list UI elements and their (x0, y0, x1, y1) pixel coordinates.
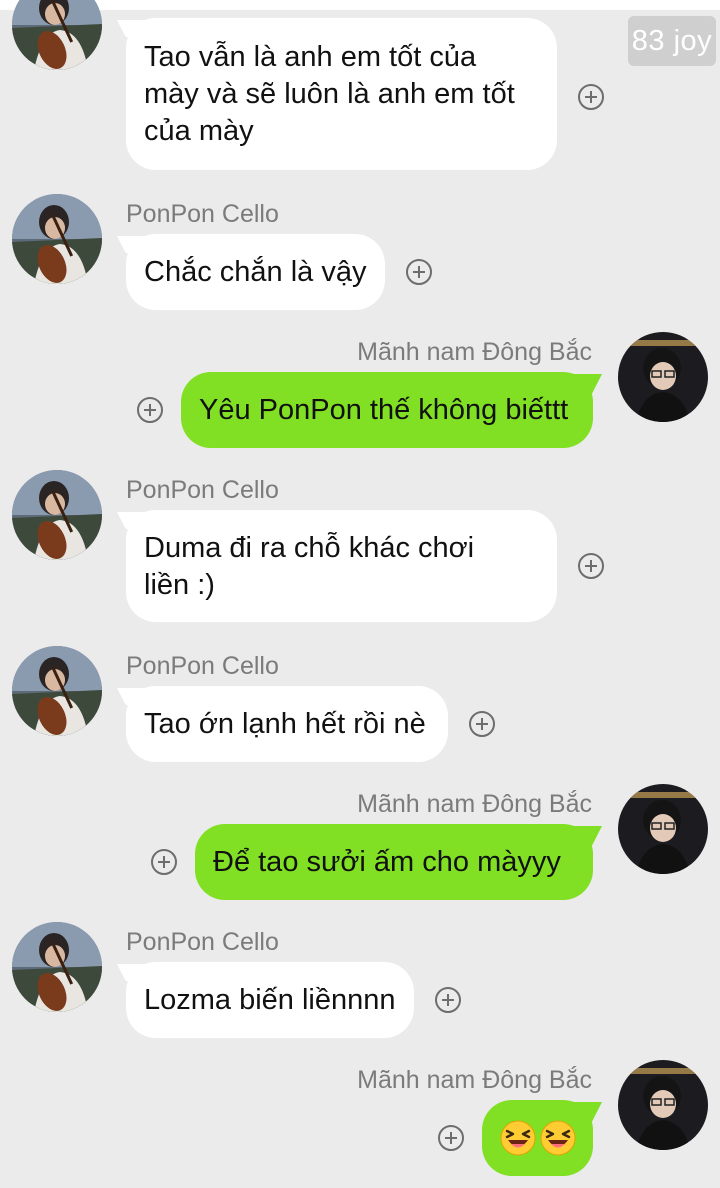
message-bubble-incoming[interactable]: Chắc chắn là vậy (126, 234, 385, 310)
message-bubble-incoming[interactable]: Lozma biến liềnnnn (126, 962, 414, 1038)
sender-name: Mãnh nam Đông Bắc (357, 338, 592, 366)
sender-name: PonPon Cello (126, 652, 279, 680)
message-line: Yêu PonPon thế không biếttt (199, 394, 569, 426)
message-bubble-incoming[interactable]: Tao vẫn là anh em tốt của mày và sẽ luôn… (126, 18, 557, 170)
message-line: Tao vẫn là anh em tốt của (144, 41, 477, 73)
message-bubble-incoming[interactable]: Duma đi ra chỗ khác chơi liền :) (126, 510, 557, 622)
avatar-ponpon-cello[interactable] (12, 922, 102, 1012)
add-reaction-icon[interactable] (435, 987, 461, 1013)
add-reaction-icon[interactable] (137, 397, 163, 423)
avatar-manh-nam-dong-bac[interactable] (618, 1060, 708, 1150)
top-edge (0, 0, 720, 10)
avatar-ponpon-cello[interactable] (12, 646, 102, 736)
message-line: liền :) (144, 569, 215, 601)
avatar-ponpon-cello[interactable] (12, 470, 102, 560)
message-bubble-outgoing[interactable]: Để tao sưởi ấm cho màyyy (195, 824, 593, 900)
sender-name: PonPon Cello (126, 476, 279, 504)
message-line: Duma đi ra chỗ khác chơi (144, 532, 475, 564)
avatar-manh-nam-dong-bac[interactable] (618, 332, 708, 422)
message-line: của mày (144, 115, 254, 147)
sender-name: PonPon Cello (126, 928, 279, 956)
avatar-ponpon-cello[interactable] (12, 0, 102, 70)
message-bubble-incoming[interactable]: Tao ớn lạnh hết rồi nè (126, 686, 448, 762)
avatar-ponpon-cello[interactable] (12, 194, 102, 284)
add-reaction-icon[interactable] (438, 1125, 464, 1151)
watermark-badge: 83 joy (628, 16, 716, 66)
message-bubble-outgoing[interactable]: Yêu PonPon thế không biếttt (181, 372, 593, 448)
add-reaction-icon[interactable] (406, 259, 432, 285)
laughing-face-icon (500, 1120, 536, 1156)
message-bubble-outgoing[interactable] (482, 1100, 593, 1176)
message-line: Tao ớn lạnh hết rồi nè (144, 708, 426, 740)
message-line: Để tao sưởi ấm cho màyyy (213, 846, 561, 878)
message-line: Chắc chắn là vậy (144, 256, 367, 288)
sender-name: PonPon Cello (126, 200, 279, 228)
avatar-manh-nam-dong-bac[interactable] (618, 784, 708, 874)
sender-name: Mãnh nam Đông Bắc (357, 790, 592, 818)
add-reaction-icon[interactable] (578, 553, 604, 579)
message-line: mày và sẽ luôn là anh em tốt (144, 78, 515, 110)
message-line: Lozma biến liềnnnn (144, 984, 396, 1016)
sender-name: Mãnh nam Đông Bắc (357, 1066, 592, 1094)
add-reaction-icon[interactable] (578, 84, 604, 110)
add-reaction-icon[interactable] (151, 849, 177, 875)
laughing-face-icon (540, 1120, 576, 1156)
add-reaction-icon[interactable] (469, 711, 495, 737)
